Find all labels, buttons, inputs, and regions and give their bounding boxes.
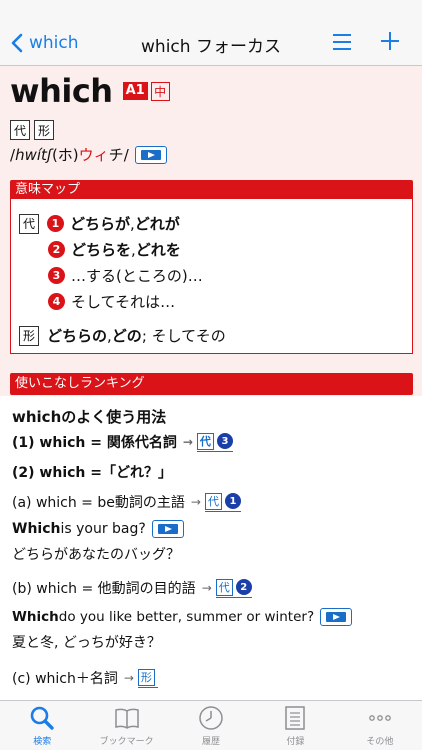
menu-icon[interactable]: [332, 32, 352, 52]
tab-label: 付録: [286, 737, 305, 747]
ref-num: 3: [216, 433, 233, 449]
entry-content[interactable]: which A1 中 代 形 / hwítʃ (ホ) ウィ チ / 意味マップ …: [0, 66, 422, 700]
example-b-ja: 夏と冬, どっちが好き？: [12, 635, 161, 651]
map-pos-adjective: 形: [19, 325, 39, 346]
search-icon: [30, 706, 54, 730]
meaning-text: そしてそれは…: [71, 293, 176, 311]
usage-b: (b) which = 他動詞の目的語 → 代 2: [12, 578, 252, 598]
ref-pos: 代: [215, 578, 233, 596]
nav-bar: which which フォーカス: [0, 0, 422, 66]
add-icon[interactable]: [380, 31, 400, 51]
page-title: which フォーカス: [141, 37, 281, 57]
number-badge: 2: [48, 241, 65, 258]
tab-label: ブックマーク: [99, 737, 154, 747]
usage-1-label: (1) which = 関係代名詞: [12, 435, 177, 451]
number-badge: 4: [48, 293, 65, 310]
meaning-text: どちらの: [47, 327, 108, 345]
tab-more[interactable]: その他: [338, 701, 422, 750]
ranking-header: 使いこなしランキング: [10, 373, 413, 395]
meaning-text: …する(ところの)…: [71, 267, 203, 285]
usage-c: (c) which＋名詞 → 形: [12, 668, 158, 688]
example-a: Which is your bag?: [12, 520, 184, 538]
meaning-text: どれが: [134, 215, 180, 233]
headword: which: [10, 72, 113, 110]
meaning-item-1[interactable]: 代 1 どちらが , どれが: [19, 213, 180, 234]
usage-c-ref-link[interactable]: 形: [137, 668, 158, 688]
tab-label: その他: [366, 737, 394, 747]
play-audio-button[interactable]: [320, 608, 353, 626]
usage-a: (a) which = be動詞の主語 → 代 1: [12, 492, 241, 512]
meaning-map: 代 1 どちらが , どれが 2 どちらを , どれを 3 …する(ところの)……: [10, 199, 413, 354]
tab-bookmark[interactable]: ブックマーク: [84, 701, 168, 750]
usage-c-label: (c) which＋名詞: [12, 671, 118, 687]
example-b-bold: Which: [12, 609, 59, 625]
ref-num: 2: [235, 579, 252, 595]
example-b: Which do you like better, summer or wint…: [12, 608, 353, 626]
number-badge: 1: [47, 215, 64, 232]
play-audio-button[interactable]: [134, 145, 167, 164]
ref-num: 1: [224, 493, 241, 509]
play-icon: [326, 612, 347, 622]
pos-tags: 代 形: [10, 120, 54, 140]
meaning-item-2[interactable]: 2 どちらを , どれを: [48, 239, 181, 260]
meaning-item-4[interactable]: 4 そしてそれは…: [48, 291, 175, 312]
usage-a-label: (a) which = be動詞の主語: [12, 495, 185, 511]
meaning-text: どの: [111, 327, 142, 345]
pron-kana: チ: [108, 146, 124, 164]
ref-pos: 代: [196, 432, 214, 450]
usage-2: (2) which =「どれ？」: [12, 465, 172, 481]
meaning-item-adjective[interactable]: 形 どちらの , どの ; そしてその: [19, 325, 226, 346]
headword-row: which A1 中: [10, 72, 170, 110]
meaning-map-header: 意味マップ: [10, 180, 413, 200]
meaning-text: どれを: [135, 241, 181, 259]
example-a-bold: Which: [12, 521, 61, 537]
pron-kana-accent: ウィ: [78, 146, 109, 164]
usage-1: (1) which = 関係代名詞 → 代 3: [12, 432, 233, 452]
clock-icon: [199, 706, 223, 730]
usage-b-label: (b) which = 他動詞の目的語: [12, 581, 196, 597]
tab-appendix[interactable]: 付録: [253, 701, 337, 750]
pos-tag-adjective[interactable]: 形: [34, 120, 54, 140]
ref-pos: 形: [137, 668, 155, 686]
pronunciation: / hwítʃ (ホ) ウィ チ /: [10, 144, 167, 165]
tab-label: 検索: [33, 737, 52, 747]
pron-ipa: hwítʃ: [15, 145, 52, 164]
usage-a-ref-link[interactable]: 代 1: [204, 492, 241, 512]
play-icon: [140, 149, 161, 160]
tab-label: 履歴: [202, 737, 221, 747]
arrow-icon: →: [190, 495, 201, 509]
play-icon: [157, 524, 178, 534]
meaning-text: ; そしてその: [141, 327, 226, 345]
example-a-rest: is your bag?: [60, 521, 146, 537]
meaning-text: どちらを: [71, 241, 132, 259]
number-badge: 3: [48, 267, 65, 284]
pron-paren: (ホ): [51, 146, 79, 164]
tab-search[interactable]: 検索: [0, 701, 84, 750]
example-b-rest: do you like better, summer or winter?: [58, 609, 315, 625]
arrow-icon: →: [182, 435, 193, 449]
tab-bar: 検索 ブックマーク 履歴 付録 その他: [0, 700, 422, 750]
pos-tag-pronoun[interactable]: 代: [10, 120, 30, 140]
school-level-badge: 中: [150, 81, 170, 101]
tab-history[interactable]: 履歴: [169, 701, 253, 750]
usage-1-ref-link[interactable]: 代 3: [196, 432, 233, 452]
document-icon: [285, 706, 306, 730]
meaning-text: どちらが: [70, 215, 131, 233]
meaning-item-3[interactable]: 3 …する(ところの)…: [48, 265, 203, 286]
example-a-ja: どちらがあなたのバッグ？: [12, 547, 180, 563]
ranking-subtitle: whichのよく使う用法: [12, 408, 167, 426]
usage-b-ref-link[interactable]: 代 2: [215, 578, 252, 598]
ranking-body: whichのよく使う用法 (1) which = 関係代名詞 → 代 3 (2)…: [0, 396, 422, 700]
ref-pos: 代: [204, 492, 222, 510]
book-icon: [114, 708, 139, 729]
play-audio-button[interactable]: [151, 520, 184, 538]
pron-slash-close: /: [123, 145, 129, 164]
arrow-icon: →: [123, 671, 134, 685]
level-badge: A1: [122, 82, 148, 100]
map-pos-pronoun: 代: [19, 213, 39, 234]
more-icon: [368, 715, 391, 721]
arrow-icon: →: [201, 581, 212, 595]
